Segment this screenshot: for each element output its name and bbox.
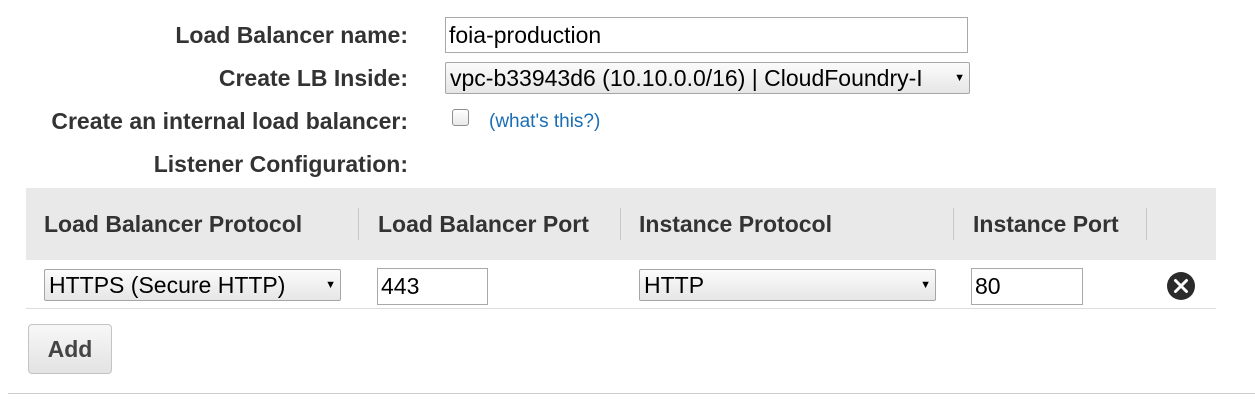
chevron-down-icon: ▼ xyxy=(920,279,931,291)
vpc-select[interactable]: vpc-b33943d6 (10.10.0.0/16) | CloudFound… xyxy=(445,62,970,94)
header-lb-protocol: Load Balancer Protocol xyxy=(44,211,303,237)
create-inside-label: Create LB Inside: xyxy=(218,65,408,91)
lb-protocol-value: HTTPS (Secure HTTP) xyxy=(49,272,286,298)
header-divider xyxy=(1146,208,1147,240)
internal-lb-label: Create an internal load balancer: xyxy=(51,108,408,134)
header-divider xyxy=(620,208,621,240)
remove-circle-icon[interactable] xyxy=(1166,271,1196,301)
listener-config-label: Listener Configuration: xyxy=(153,151,408,177)
internal-lb-checkbox[interactable] xyxy=(452,109,469,126)
instance-protocol-value: HTTP xyxy=(644,272,705,298)
instance-protocol-select[interactable]: HTTP ▼ xyxy=(639,269,936,301)
instance-port-input[interactable]: 80 xyxy=(971,268,1083,305)
chevron-down-icon: ▼ xyxy=(954,72,965,84)
chevron-down-icon: ▼ xyxy=(325,279,336,291)
lb-name-label: Load Balancer name: xyxy=(175,22,408,48)
lb-port-input[interactable]: 443 xyxy=(377,268,488,305)
section-divider xyxy=(8,393,1255,394)
lb-name-input[interactable]: foia-production xyxy=(445,17,968,53)
lb-protocol-select[interactable]: HTTPS (Secure HTTP) ▼ xyxy=(44,269,341,301)
header-instance-protocol: Instance Protocol xyxy=(639,211,832,237)
listener-config-form: Load Balancer name: foia-production Crea… xyxy=(0,0,1255,401)
add-listener-button[interactable]: Add xyxy=(28,324,112,374)
whats-this-link[interactable]: (what's this?) xyxy=(489,111,600,133)
listener-table-header: Load Balancer Protocol Load Balancer Por… xyxy=(26,188,1216,260)
header-instance-port: Instance Port xyxy=(973,211,1119,237)
header-divider xyxy=(953,208,954,240)
vpc-select-value: vpc-b33943d6 (10.10.0.0/16) | CloudFound… xyxy=(450,65,923,91)
header-divider xyxy=(358,208,359,240)
header-lb-port: Load Balancer Port xyxy=(378,211,589,237)
